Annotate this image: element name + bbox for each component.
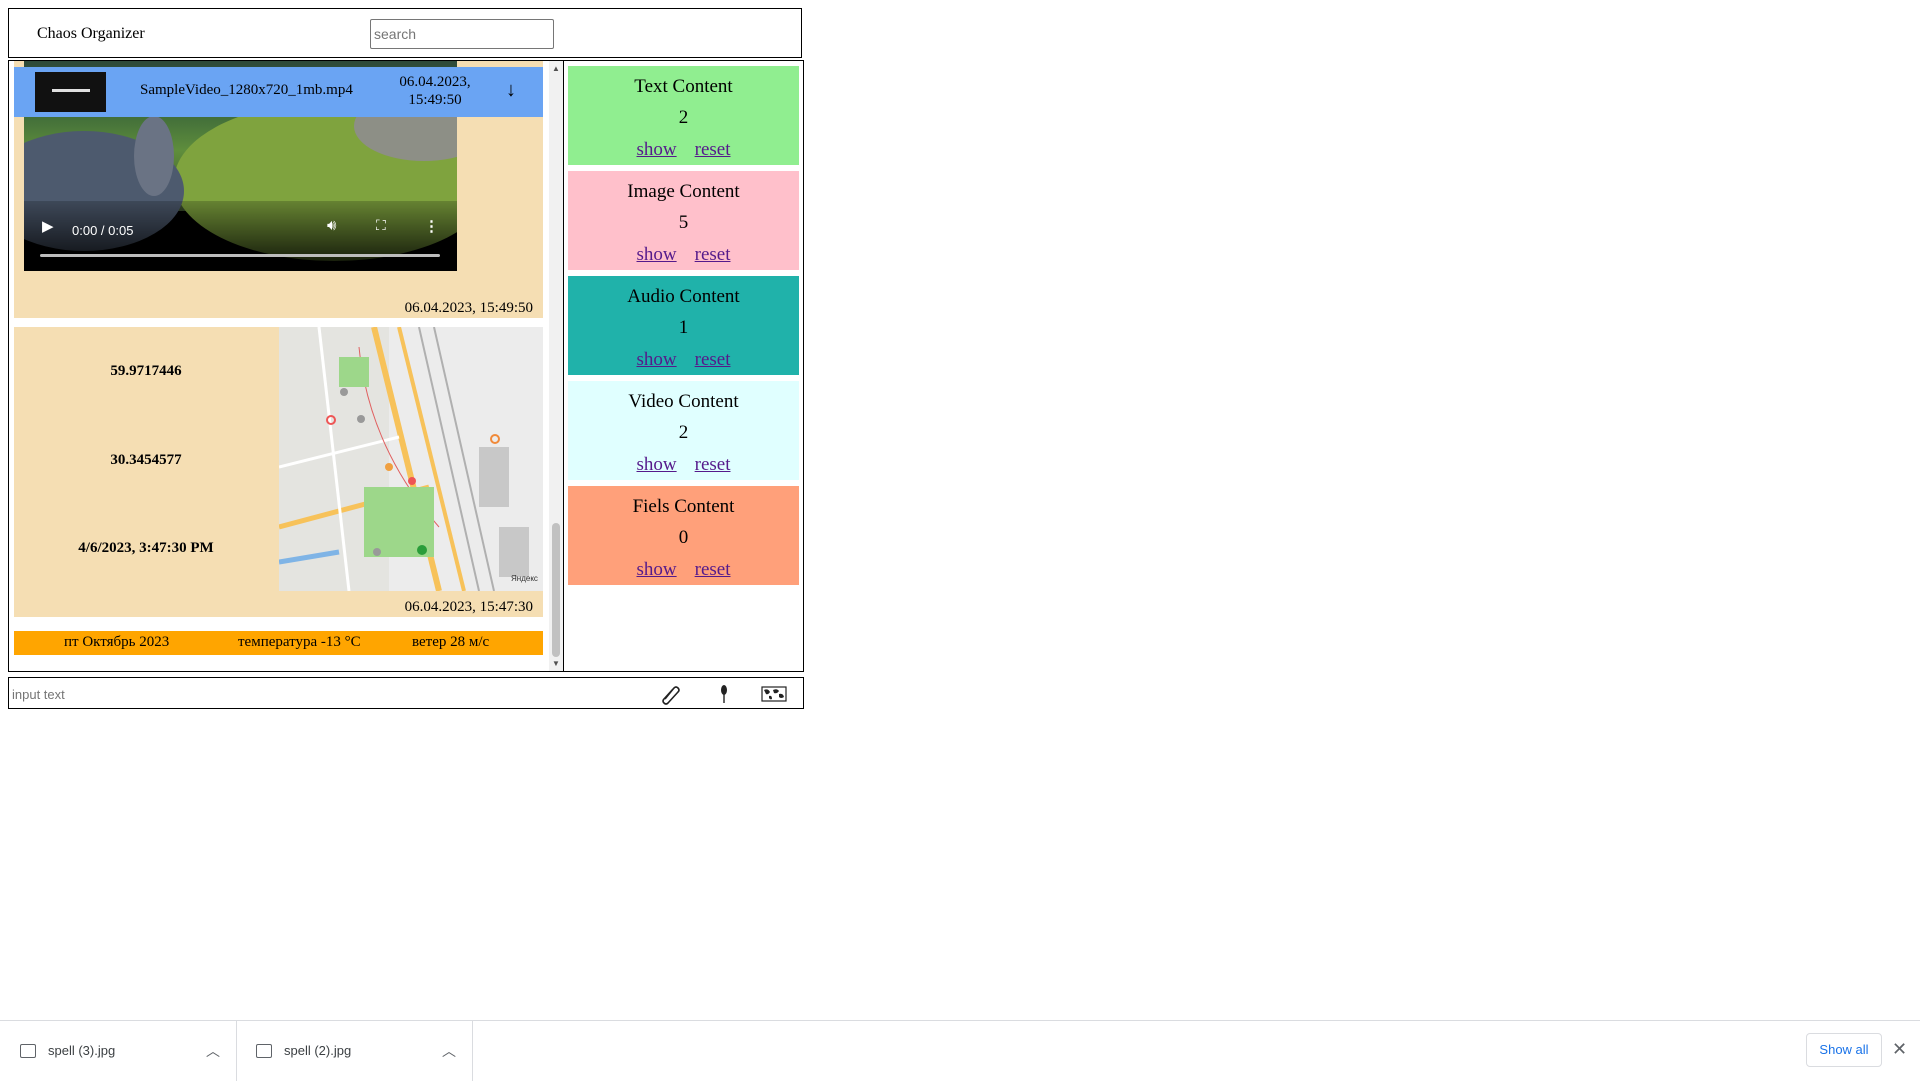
download-name: spell (2).jpg [284,1043,352,1058]
stat-count: 2 [678,107,689,128]
file-name: SampleVideo_1280x720_1mb.mp4 [140,82,353,98]
weather-wind: ветер 28 м/с [412,634,490,650]
message-date: 06.04.2023, 15:49:50 [404,300,533,316]
world-map-icon[interactable] [761,683,787,705]
reset-link[interactable]: reset [695,559,731,580]
geolocation-message: 59.9717446 30.3454577 4/6/2023, 3:47:30 … [14,327,543,617]
weather-message: пт Октябрь 2023 температура -13 °C ветер… [14,631,543,655]
feed-scrollbar[interactable]: ▲ ▼ [549,61,563,671]
app-header: Chaos Organizer [8,8,802,58]
show-link[interactable]: show [637,244,677,265]
stat-title: Video Content [628,391,739,412]
longitude: 30.3454577 [110,452,182,468]
image-file-icon [256,1044,272,1058]
reset-link[interactable]: reset [695,244,731,265]
downloads-bar: spell (3).jpg ︿ spell (2).jpg ︿ Show all… [0,1020,1920,1081]
show-link[interactable]: show [637,139,677,160]
app-title: Chaos Organizer [37,25,145,42]
weather-date: пт Октябрь 2023 [64,634,170,650]
reset-link[interactable]: reset [695,139,731,160]
video-controls: ▶ 0:00 / 0:05 🔊︎ ⛶ ⋮ [24,201,457,271]
file-date-line2: 15:49:50 [408,92,462,108]
volume-icon[interactable]: 🔊︎ [327,217,336,234]
download-icon[interactable]: ↓ [506,79,516,102]
stat-count: 0 [678,527,689,548]
file-date-line1: 06.04.2023, [399,74,471,90]
show-link[interactable]: show [637,349,677,370]
download-item[interactable]: spell (2).jpg ︿ [236,1021,473,1081]
chevron-up-icon[interactable]: ︿ [442,1041,456,1061]
stats-panel: Text Content 2 show reset Image Content 5… [563,60,804,672]
play-icon[interactable]: ▶ [42,217,54,235]
message-feed[interactable]: ▶ 0:00 / 0:05 🔊︎ ⛶ ⋮ 06.04.2023, 15:49:5… [8,60,564,672]
more-options-icon[interactable]: ⋮ [424,217,439,235]
paperclip-icon[interactable] [659,683,683,705]
stat-card-image: Image Content 5 show reset [568,171,799,270]
reset-link[interactable]: reset [695,454,731,475]
stat-count: 1 [678,317,689,338]
image-file-icon [20,1044,36,1058]
geo-timestamp: 4/6/2023, 3:47:30 PM [78,540,214,556]
show-link[interactable]: show [637,454,677,475]
download-name: spell (3).jpg [48,1043,116,1058]
video-progress-bar[interactable] [40,254,440,257]
video-time: 0:00 / 0:05 [72,223,134,238]
latitude: 59.9717446 [110,363,182,379]
show-link[interactable]: show [637,559,677,580]
stat-title: Image Content [627,181,740,202]
svg-text:Яндекс: Яндекс [511,574,538,583]
stat-card-files: Fiels Content 0 show reset [568,486,799,585]
map-image: Яндекс [279,327,543,591]
map-graphic: Яндекс [279,327,543,591]
stat-card-audio: Audio Content 1 show reset [568,276,799,375]
download-item[interactable]: spell (3).jpg ︿ [0,1021,237,1081]
file-date: 06.04.2023, 15:49:50 [392,73,478,109]
reset-link[interactable]: reset [695,349,731,370]
file-message: SampleVideo_1280x720_1mb.mp4 06.04.2023,… [14,67,543,117]
close-icon[interactable]: ✕ [1892,1039,1907,1060]
stat-count: 2 [678,422,689,443]
show-all-button[interactable]: Show all [1806,1033,1882,1067]
stat-card-video: Video Content 2 show reset [568,381,799,480]
scroll-thumb[interactable] [552,523,560,657]
chevron-up-icon[interactable]: ︿ [206,1041,220,1061]
message-input-bar [8,677,804,709]
scroll-up-icon[interactable]: ▲ [552,64,560,73]
scroll-down-icon[interactable]: ▼ [552,659,560,668]
fullscreen-icon[interactable]: ⛶ [376,217,386,234]
stat-title: Text Content [634,76,733,97]
weather-temperature: температура -13 °C [238,634,361,650]
message-input[interactable] [10,681,614,707]
search-input[interactable] [370,19,554,49]
message-date: 06.04.2023, 15:47:30 [404,599,533,615]
stat-title: Audio Content [627,286,740,307]
stat-count: 5 [678,212,689,233]
file-thumbnail [35,72,106,112]
stat-card-text: Text Content 2 show reset [568,66,799,165]
microphone-icon[interactable] [713,683,737,705]
stat-title: Fiels Content [632,496,735,517]
